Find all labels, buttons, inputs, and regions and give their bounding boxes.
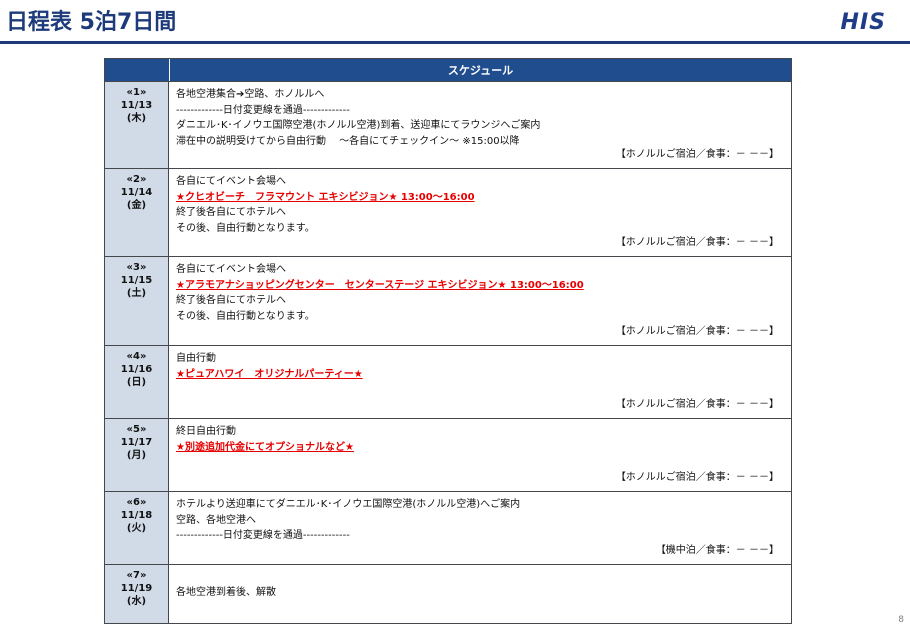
itinerary-line: 各自にてイベント会場へ — [176, 264, 286, 275]
header-blank-cell — [105, 59, 170, 81]
day-day: «1» — [126, 87, 147, 98]
day-cell: «4» 11/16 (日) — [105, 346, 169, 418]
page-title: 日程表 5泊7日間 — [6, 10, 177, 35]
accommodation-note: 【ホノルルご宿泊／食事：－ －－】 — [615, 236, 779, 248]
schedule-rows: «1» 11/13 (木) 各地空港集合➔空路、ホノルルへ -------------日… — [105, 82, 791, 623]
day-weekday: (日) — [126, 377, 147, 388]
itinerary-cell: 終日自由行動 ★別途追加代金にてオプショナルなど★ 【ホノルルご宿泊／食事：－ －－… — [169, 419, 791, 491]
table-row: «6» 11/18 (火) ホテルより送迎車にてダニエル･K･イノウエ国際空港(ホノル… — [105, 492, 791, 565]
table-row: «7» 11/19 (水) 各地空港到着後、解散 — [105, 565, 791, 623]
itinerary-line: 自由行動 — [176, 353, 216, 364]
itinerary-line: 各地空港到着後、解散 — [176, 587, 276, 598]
itinerary-line: 終日自由行動 — [176, 426, 236, 437]
day-date: 11/15 — [120, 275, 153, 286]
day-date: 11/14 — [120, 187, 153, 198]
table-row: «1» 11/13 (木) 各地空港集合➔空路、ホノルルへ -------------日… — [105, 82, 791, 169]
itinerary-cell: 各自にてイベント会場へ ★クヒオビーチ フラマウント エキシビジョン★ 13:00… — [169, 169, 791, 256]
event-highlight: ★ピュアハワイ オリジナルパーティー★ — [176, 368, 363, 380]
itinerary-line: -------------日付変更線を通過------------- — [176, 530, 350, 541]
day-weekday: (木) — [126, 113, 147, 124]
day-cell: «6» 11/18 (火) — [105, 492, 169, 564]
day-cell: «3» 11/15 (土) — [105, 257, 169, 345]
day-date: 11/16 — [120, 364, 153, 375]
table-row: «5» 11/17 (月) 終日自由行動 ★別途追加代金にてオプショナルなど★ 【ホノルル… — [105, 419, 791, 492]
schedule-header-label: スケジュール — [447, 64, 514, 77]
day-date: 11/19 — [120, 583, 153, 594]
event-highlight: ★アラモアナショッピングセンター センターステージ エキシビジョン★ 13:00… — [176, 279, 584, 291]
page-number: 8 — [898, 615, 904, 625]
itinerary-cell: ホテルより送迎車にてダニエル･K･イノウエ国際空港(ホノルル空港)へご案内 空路、… — [169, 492, 791, 564]
accommodation-note: 【ホノルルご宿泊／食事：－ －－】 — [615, 398, 779, 410]
day-day: «2» — [126, 174, 147, 185]
day-date: 11/17 — [120, 437, 153, 448]
day-cell: «7» 11/19 (水) — [105, 565, 169, 623]
accommodation-note: 【ホノルルご宿泊／食事：－ －－】 — [615, 471, 779, 483]
itinerary-cell: 各自にてイベント会場へ ★アラモアナショッピングセンター センターステージ エキシ… — [169, 257, 791, 345]
day-day: «5» — [126, 424, 147, 435]
day-cell: «5» 11/17 (月) — [105, 419, 169, 491]
accommodation-note: 【ホノルルご宿泊／食事：－ －－】 — [615, 325, 779, 337]
itinerary-line: 各自にてイベント会場へ — [176, 176, 286, 187]
day-day: «3» — [126, 262, 147, 273]
accommodation-note: 【機中泊／食事：－ －－】 — [655, 544, 779, 556]
header-divider — [0, 41, 910, 44]
day-weekday: (金) — [126, 200, 147, 211]
his-logo: HIS — [840, 10, 886, 35]
day-cell: «1» 11/13 (木) — [105, 82, 169, 168]
event-highlight: ★クヒオビーチ フラマウント エキシビジョン★ 13:00～16:00 — [176, 191, 475, 203]
itinerary-line: -------------日付変更線を通過------------- — [176, 104, 350, 116]
day-weekday: (土) — [126, 288, 147, 299]
day-weekday: (水) — [126, 596, 147, 607]
itinerary-cell: 各地空港集合➔空路、ホノルルへ -------------日付変更線を通過----… — [169, 82, 791, 168]
table-row: «4» 11/16 (日) 自由行動 ★ピュアハワイ オリジナルパーティー★ 【ホノルルご… — [105, 346, 791, 419]
itinerary-line: 各地空港集合➔空路、ホノルルへ — [176, 89, 325, 100]
itinerary-cell: 各地空港到着後、解散 — [169, 565, 791, 623]
itinerary-line: 終了後各自にてホテルへ — [176, 295, 286, 306]
itinerary-line: 空路、各地空港へ — [176, 514, 256, 526]
event-highlight: ★別途追加代金にてオプショナルなど★ — [176, 441, 354, 453]
itinerary-line: 終了後各自にてホテルへ — [176, 207, 286, 218]
table-row: «2» 11/14 (金) 各自にてイベント会場へ ★クヒオビーチ フラマウント エキシ… — [105, 169, 791, 257]
day-day: «4» — [126, 351, 147, 362]
itinerary-line: ダニエル･K･イノウエ国際空港(ホノルル空港)到着、送迎車にてラウンジへご案内 — [176, 120, 541, 131]
itinerary-cell: 自由行動 ★ピュアハワイ オリジナルパーティー★ 【ホノルルご宿泊／食事：－ －－】 — [169, 346, 791, 418]
table-header: スケジュール — [105, 59, 791, 82]
schedule-table: スケジュール «1» 11/13 (木) 各地空港集合➔空路、ホノルルへ -------… — [104, 58, 792, 624]
day-weekday: (月) — [126, 450, 147, 461]
accommodation-note: 【ホノルルご宿泊／食事：－ －－】 — [615, 148, 779, 160]
table-row: «3» 11/15 (土) 各自にてイベント会場へ ★アラモアナショッピングセンター セ… — [105, 257, 791, 346]
day-day: «7» — [126, 570, 147, 581]
day-cell: «2» 11/14 (金) — [105, 169, 169, 256]
itinerary-line: その後、自由行動となります。 — [176, 310, 315, 322]
itinerary-line: ホテルより送迎車にてダニエル･K･イノウエ国際空港(ホノルル空港)へご案内 — [176, 499, 521, 510]
day-day: «6» — [126, 497, 147, 508]
day-date: 11/13 — [120, 100, 153, 111]
day-date: 11/18 — [120, 510, 153, 521]
day-weekday: (火) — [126, 523, 147, 534]
